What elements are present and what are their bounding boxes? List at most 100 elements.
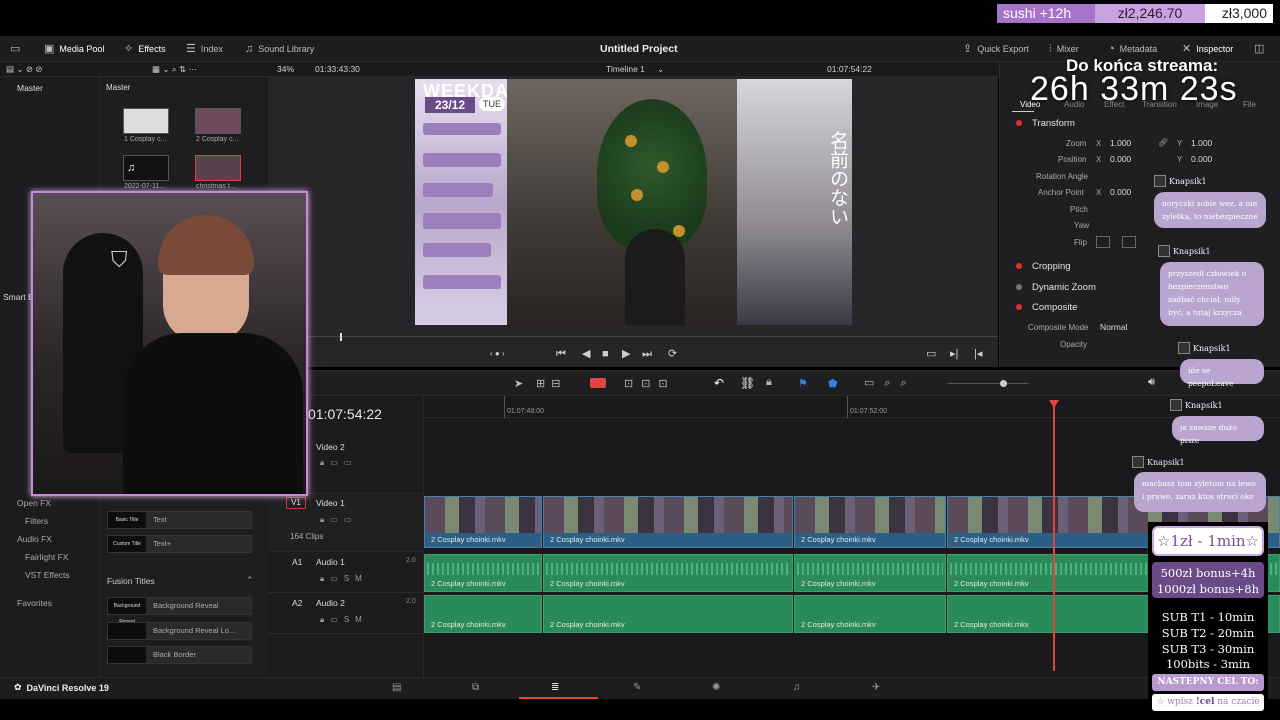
effect-black-border[interactable]: Black Border [107,646,252,664]
zoom-x-field[interactable]: 1.000 [1110,138,1131,148]
collapse-icon[interactable]: ⌃ [246,575,254,586]
audio-clip[interactable]: 2 Cosplay choinki.mkv [424,554,542,592]
audio-clip[interactable]: 2 Cosplay choinki.mkv [543,554,793,592]
edit-tools-icons[interactable]: ⊞⊟ [536,377,566,390]
viewer-scrubber[interactable] [268,333,998,341]
zoom-slider-handle[interactable] [1000,380,1007,387]
media-clip-thumb[interactable] [195,155,241,181]
cut-page-icon[interactable]: ⧉ [472,682,479,693]
skip-start-icon[interactable]: ⏮ [556,343,566,365]
volume-icon[interactable]: 🔊︎ [1148,376,1155,389]
audio-clip[interactable]: 2 Cosplay choinki.mkv [794,595,946,633]
video-clip[interactable]: 2 Cosplay choinki.mkv [794,496,946,548]
track-audio-1[interactable]: A1 Audio 1 2.0 🔒︎▭SM [268,553,424,593]
play-reverse-icon[interactable]: ◀ [582,343,590,365]
dynamic-zoom-header[interactable]: Dynamic Zoom [1032,282,1096,293]
timeline-ruler[interactable]: 01:07:48:00 01:07:52:00 [424,396,1280,418]
composite-header[interactable]: Composite [1032,302,1077,313]
composite-toggle[interactable] [1016,304,1022,310]
next-frame-icon[interactable]: ▸| [950,343,958,365]
media-clip-thumb[interactable] [195,108,241,134]
audio-clip[interactable]: 2 Cosplay choinki.mkv [543,595,793,633]
link-clips-icon[interactable]: ⛓︎ [740,376,755,390]
marker-icon[interactable]: ⬟ [828,377,838,390]
zoom-level[interactable]: 34% [277,62,294,77]
track-id-badge[interactable]: V1 [286,497,306,509]
anchor-x-field[interactable]: 0.000 [1110,187,1131,197]
monitor-icon[interactable]: ▭ [10,36,20,62]
expand-icon[interactable]: ◫ [1254,36,1264,62]
fusion-titles-header[interactable]: Fusion Titles [107,576,155,586]
bin-favorites[interactable]: Favorites [17,598,52,608]
media-page-icon[interactable]: ▤ [392,682,401,693]
edit-page-tab[interactable]: ≣ [519,678,598,699]
play-icon[interactable]: ▶ [622,343,630,365]
zoom-slider[interactable] [948,383,1028,384]
bin-audio-fx[interactable]: Audio FX [17,534,52,544]
bin-master[interactable]: Master [17,83,43,93]
track-controls-icons[interactable]: 🔒︎▭SM [320,574,368,584]
transform-header[interactable]: Transform [1032,118,1075,129]
bin-filters[interactable]: Filters [25,516,48,526]
bin-vst-effects[interactable]: VST Effects [25,570,70,580]
track-controls-icons[interactable]: 🔒︎▭▭ [320,515,357,525]
position-y-field[interactable]: 0.000 [1191,154,1212,164]
effect-text[interactable]: Basic Title Text [107,511,252,529]
chevron-down-icon[interactable]: ⌄ [657,62,664,77]
effect-background-reveal-lower[interactable]: Background Reveal Lo... [107,622,252,640]
track-audio-2[interactable]: A2 Audio 2 2.0 🔒︎▭SM [268,594,424,634]
fullscreen-icon[interactable]: ▭ [926,343,936,365]
cropping-header[interactable]: Cropping [1032,261,1071,272]
media-pool-button[interactable]: ▣ Media Pool [44,36,104,62]
effect-text-plus[interactable]: Custom Title Text+ [107,535,252,553]
composite-mode-select[interactable]: Normal [1100,322,1127,332]
prev-frame-icon[interactable]: |◂ [974,343,982,365]
stop-icon[interactable]: ■ [602,343,609,365]
link-icon[interactable]: 🔗︎ [1158,138,1168,147]
flip-vertical-icon[interactable] [1122,236,1136,248]
color-page-icon[interactable]: ✺ [712,682,720,693]
lock-icon[interactable]: 🔒︎ [766,376,772,389]
bin-fairlight-fx[interactable]: Fairlight FX [25,552,68,562]
flag-icon[interactable]: ⚑ [798,377,808,390]
audio-clip[interactable]: 2 Cosplay choinki.mkv [794,554,946,592]
effects-button[interactable]: ✧ Effects [124,36,166,62]
snap-icon[interactable]: ↶ [714,376,724,390]
sound-library-button[interactable]: ♫ Sound Library [245,36,314,62]
deliver-page-icon[interactable]: ✈ [872,682,880,693]
zoom-y-field[interactable]: 1.000 [1191,138,1212,148]
quick-export-button[interactable]: ⇪ Quick Export [963,36,1029,62]
tab-file[interactable]: File [1243,100,1256,109]
track-video-1[interactable]: V1 Video 1 🔒︎▭▭ 164 Clips [268,495,424,552]
track-controls-icons[interactable]: 🔒︎▭SM [320,615,368,625]
fusion-page-icon[interactable]: ✎ [633,682,641,693]
layout-icon[interactable]: ▤ ⌄ ⊘ ⊘ [6,62,42,77]
fairlight-page-icon[interactable]: ♫ [793,682,801,693]
grid-view-icon[interactable]: ▦ ⌄ ⌕ ⇅ ⋯ [152,62,197,77]
video-clip[interactable]: 2 Cosplay choinki.mkv [424,496,542,548]
selection-tool-icon[interactable]: ➤ [514,377,523,390]
blade-tool-icon[interactable] [590,378,606,388]
audio-clip-thumb[interactable]: ♫ [123,155,169,181]
bin-open-fx[interactable]: Open FX [17,498,51,508]
effect-background-reveal[interactable]: Background Reveal Background Reveal [107,597,252,625]
playhead[interactable] [1053,406,1055,671]
video-preview[interactable]: WEEKDAY 23/12 TUE 名前のない [415,79,852,325]
jog-icon[interactable]: ‹ ● › [490,343,505,365]
transform-toggle[interactable] [1016,120,1022,126]
video-clip[interactable]: 2 Cosplay choinki.mkv [543,496,793,548]
track-id-badge[interactable]: A1 [292,557,302,567]
track-controls-icons[interactable]: 🔒︎▭▭ [320,458,357,468]
dynamic-zoom-toggle[interactable] [1016,284,1022,290]
audio-clip[interactable]: 2 Cosplay choinki.mkv [424,595,542,633]
insert-tools-icons[interactable]: ⊡⊡⊡ [624,377,676,390]
track-id-badge[interactable]: A2 [292,598,302,608]
loop-icon[interactable]: ⟳ [668,343,677,365]
position-x-field[interactable]: 0.000 [1110,154,1131,164]
flip-horizontal-icon[interactable] [1096,236,1110,248]
skip-end-icon[interactable]: ⏭ [642,343,652,365]
cropping-toggle[interactable] [1016,263,1022,269]
zoom-tools-icons[interactable]: ▭⌕⌕ [864,376,917,390]
scrub-handle[interactable] [340,333,342,341]
index-button[interactable]: ☰ Index [186,36,223,62]
